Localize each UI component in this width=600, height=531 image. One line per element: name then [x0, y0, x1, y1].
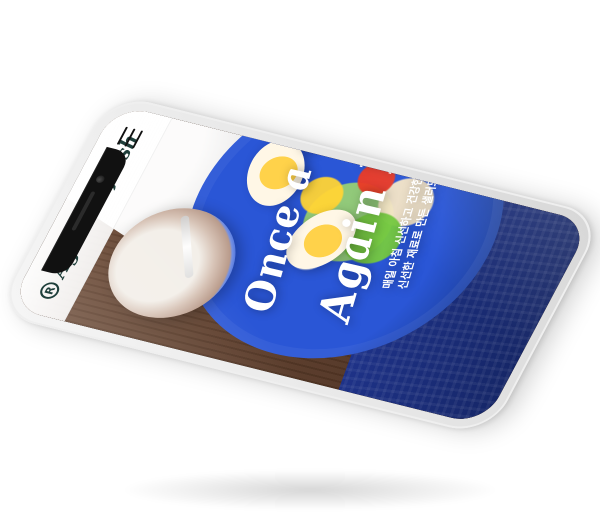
brand-mark-icon: R — [36, 280, 63, 301]
camera-icon — [94, 174, 106, 184]
mockup-stage: Once a day, Again Refresh 매일 아침 신선하고 건강한… — [0, 0, 600, 531]
brand-mark-letter: R — [41, 285, 58, 296]
phone-screen: Once a day, Again Refresh 매일 아침 신선하고 건강한… — [8, 104, 592, 426]
phone-device: Once a day, Again Refresh 매일 아침 신선하고 건강한… — [0, 93, 600, 437]
phone-floor-shadow — [120, 470, 500, 510]
